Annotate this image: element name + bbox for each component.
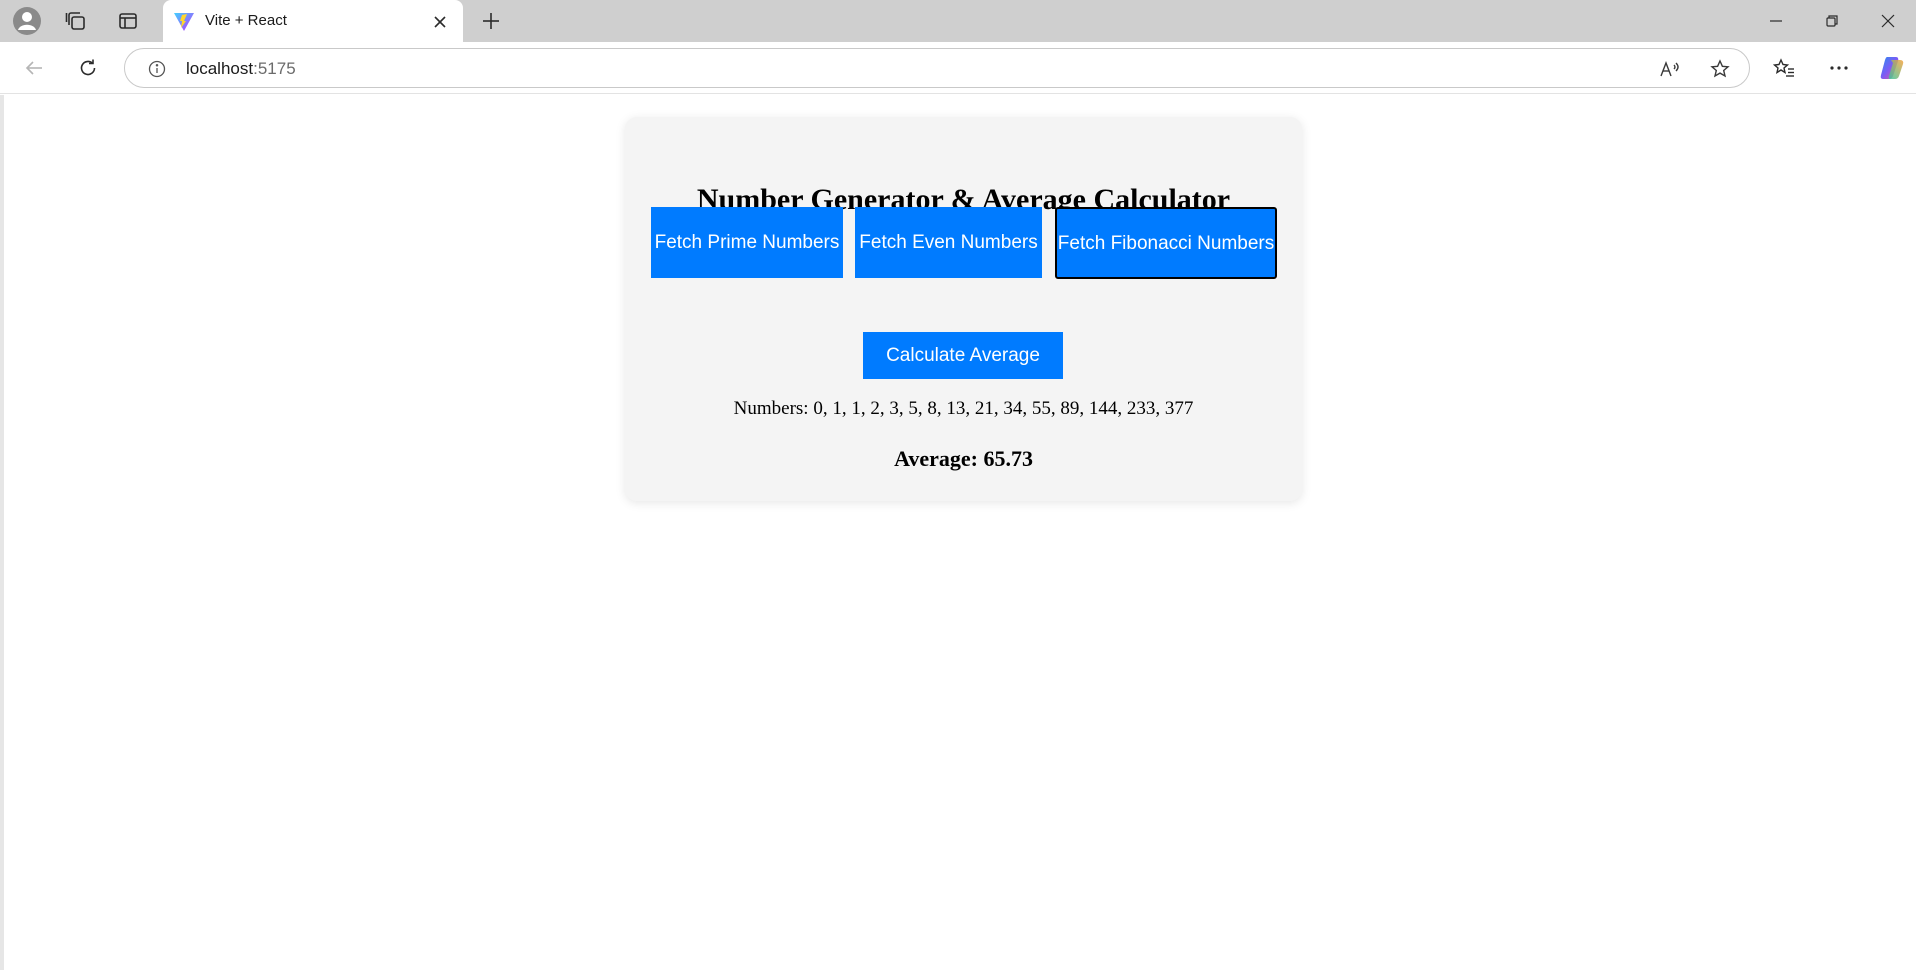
back-arrow-icon[interactable] [16,50,52,86]
close-tab-icon[interactable] [427,9,453,35]
tab-title: Vite + React [205,12,287,29]
calculator-card: Number Generator & Average Calculator Fe… [625,117,1302,501]
minimize-icon[interactable] [1748,0,1804,42]
profile-icon[interactable] [9,5,45,37]
workspaces-icon[interactable] [58,5,94,37]
average-result: Average: 65.73 [894,446,1033,471]
restore-icon[interactable] [1804,0,1860,42]
fetch-even-button[interactable]: Fetch Even Numbers [855,207,1042,278]
read-aloud-icon[interactable] [1655,55,1685,83]
numbers-list: Numbers: 0, 1, 1, 2, 3, 5, 8, 13, 21, 34… [733,398,1194,419]
new-tab-icon[interactable] [474,5,508,37]
fetch-fibonacci-button[interactable]: Fetch Fibonacci Numbers [1055,207,1277,279]
favorite-star-icon[interactable] [1705,55,1735,83]
browser-tab-bar: Vite + React [0,0,1916,42]
calculate-average-button[interactable]: Calculate Average [863,332,1063,379]
fetch-prime-button[interactable]: Fetch Prime Numbers [651,207,843,278]
browser-toolbar: localhost:5175 [0,42,1916,94]
favorites-icon[interactable] [1766,50,1802,86]
site-info-icon[interactable] [145,57,169,81]
close-window-icon[interactable] [1860,0,1916,42]
browser-tab[interactable]: Vite + React [163,0,463,42]
refresh-icon[interactable] [70,50,106,86]
page-viewport: Number Generator & Average Calculator Fe… [0,95,1916,970]
copilot-icon[interactable] [1874,50,1910,86]
tab-actions-icon[interactable] [110,5,146,37]
vite-logo-icon [173,12,195,32]
address-bar[interactable]: localhost:5175 [124,48,1750,88]
url-text: localhost:5175 [186,59,296,78]
more-options-icon[interactable] [1821,50,1857,86]
